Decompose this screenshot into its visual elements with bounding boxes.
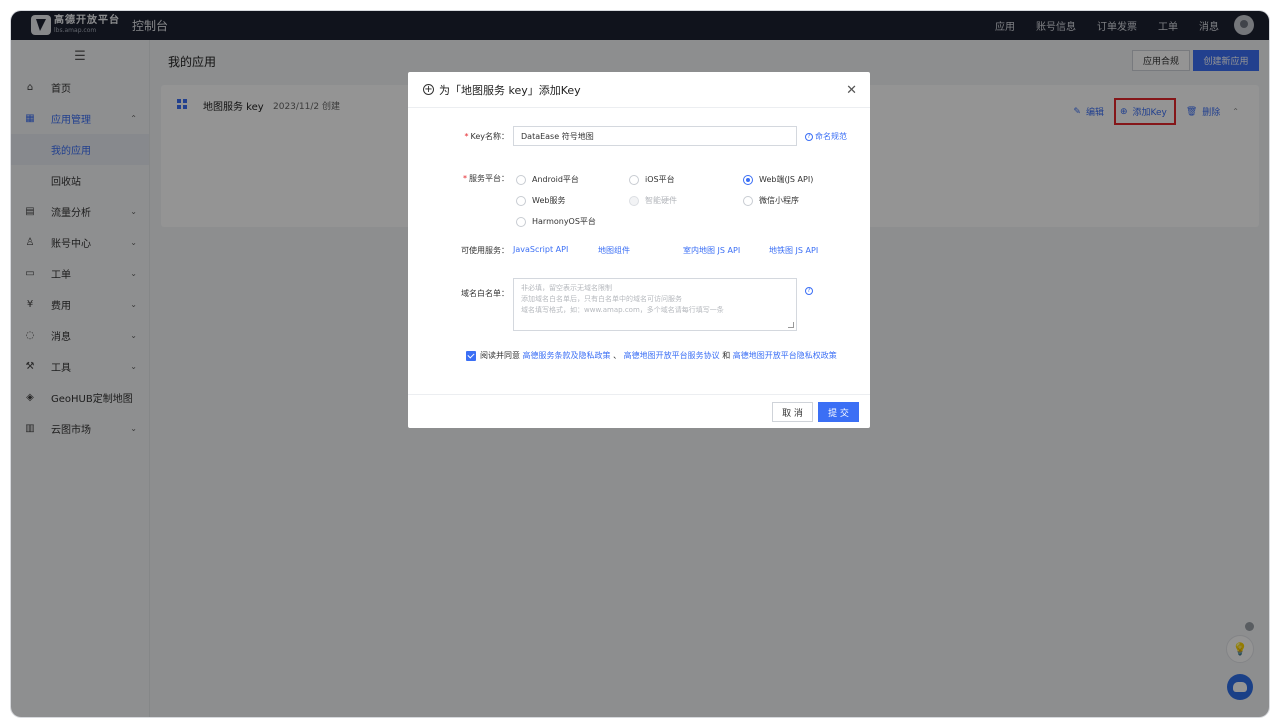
cancel-button[interactable]: 取 消 [772, 402, 813, 422]
domain-help-icon[interactable]: ? [805, 287, 815, 295]
platform-service-agreement-link[interactable]: 高德地图开放平台服务协议 [624, 350, 720, 361]
naming-rules-link[interactable]: ? 命名规范 [805, 131, 847, 142]
domain-whitelist-textarea[interactable]: 非必填，留空表示无域名限制 添加域名白名单后，只有白名单中的域名可访问服务 域名… [513, 278, 797, 331]
dialog-title: 为「地图服务 key」添加Key [439, 83, 581, 97]
radio-smart-hardware: 智能硬件 [629, 195, 677, 206]
plus-circle-icon: + [423, 84, 434, 95]
close-icon[interactable]: ✕ [846, 83, 857, 98]
radio-web-service[interactable]: Web服务 [516, 195, 565, 206]
agreement-row: 阅读并同意 高德服务条款及隐私政策 、 高德地图开放平台服务协议 和 高德地图开… [466, 350, 837, 361]
services-label: 可使用服务： [461, 246, 509, 255]
radio-circle [516, 174, 526, 185]
radio-circle [629, 195, 639, 206]
dialog-header: + 为「地图服务 key」添加Key [408, 72, 870, 108]
agree-checkbox[interactable] [466, 350, 476, 361]
help-icon: ? [805, 287, 813, 295]
platform-label: * 服务平台： [463, 174, 509, 183]
radio-ios[interactable]: iOS平台 [629, 174, 675, 185]
key-name-label: * Key名称： [464, 132, 509, 141]
radio-circle [743, 195, 753, 206]
domain-whitelist-label: 域名白名单： [461, 289, 509, 298]
submit-button[interactable]: 提 交 [818, 402, 859, 422]
key-name-input[interactable]: DataEase 符号地图 [513, 126, 797, 146]
service-map-component[interactable]: 地图组件 [598, 245, 630, 256]
dialog-footer: 取 消 提 交 [408, 394, 870, 428]
resize-handle-icon[interactable] [788, 322, 794, 328]
service-indoor-map-js-api[interactable]: 室内地图 JS API [683, 245, 740, 256]
radio-circle [516, 216, 526, 227]
service-subway-map-js-api[interactable]: 地铁图 JS API [769, 245, 818, 256]
help-icon: ? [805, 132, 813, 141]
service-javascript-api[interactable]: JavaScript API [513, 245, 568, 254]
console-window: 高德开放平台 lbs.amap.com 控制台 应用 账号信息 订单发票 工单 … [11, 11, 1269, 717]
radio-circle [516, 195, 526, 206]
terms-privacy-link[interactable]: 高德服务条款及隐私政策 [523, 350, 611, 361]
radio-circle [743, 174, 753, 185]
radio-harmonyos[interactable]: HarmonyOS平台 [516, 216, 596, 227]
platform-privacy-policy-link[interactable]: 高德地图开放平台隐私权政策 [733, 350, 837, 361]
radio-circle [629, 174, 639, 185]
add-key-dialog: + 为「地图服务 key」添加Key ✕ * Key名称： DataEase 符号… [408, 72, 870, 428]
radio-android[interactable]: Android平台 [516, 174, 579, 185]
radio-wechat-miniprogram[interactable]: 微信小程序 [743, 195, 799, 206]
radio-web-js-api[interactable]: Web端(JS API) [743, 174, 813, 185]
